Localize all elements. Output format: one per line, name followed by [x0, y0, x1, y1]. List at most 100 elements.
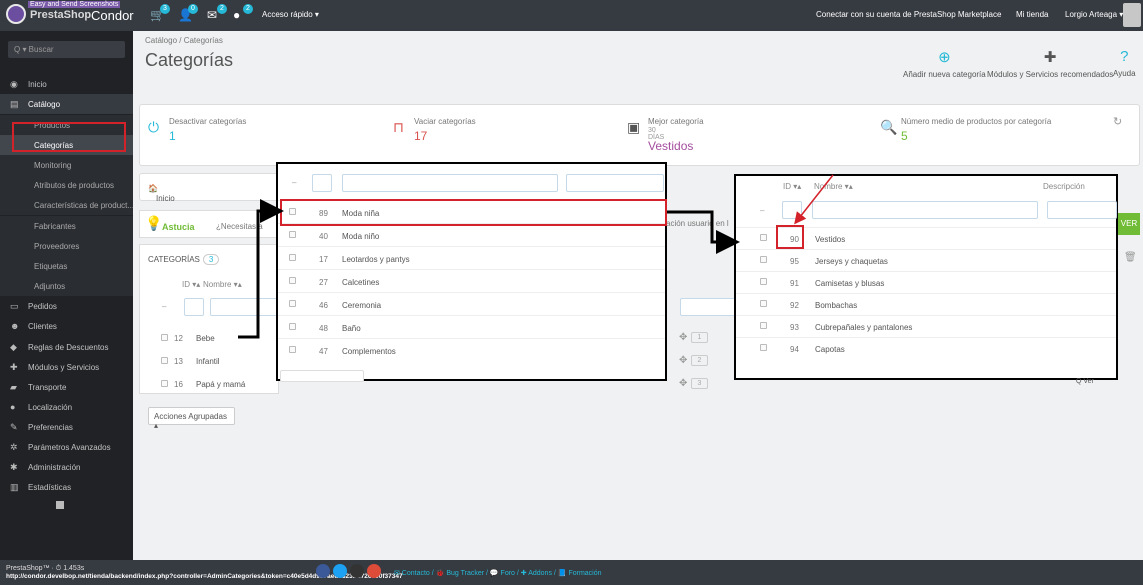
table-row[interactable]: 91 Camisetas y blusas	[736, 271, 1116, 293]
row-name: Calcetines	[342, 278, 380, 287]
row-checkbox[interactable]	[289, 277, 296, 284]
user-menu[interactable]: Lorgio Arteaga ▾	[1065, 10, 1123, 19]
sidebar-search-input[interactable]: Q ▾ Buscar	[8, 41, 125, 58]
sidebar-item-15[interactable]: ▰ Transporte	[0, 377, 133, 397]
table-row[interactable]: 48 Baño	[278, 315, 665, 339]
popup2-filter-name[interactable]	[812, 201, 1038, 219]
row-checkbox[interactable]	[289, 323, 296, 330]
messages-icon[interactable]: ✉	[207, 8, 217, 22]
quick-access-menu[interactable]: Acceso rápido ▾	[262, 10, 319, 19]
sidebar-item-8[interactable]: Proveedores	[0, 236, 133, 256]
help-button[interactable]: ? Ayuda	[1113, 48, 1136, 78]
popup1-bulk[interactable]	[280, 370, 364, 382]
row-checkbox[interactable]	[289, 231, 296, 238]
table-row[interactable]: 46 Ceremonia	[278, 292, 665, 316]
drag-handle-icon[interactable]: ✥	[679, 378, 687, 389]
sidebar-item-1[interactable]: ▤ Catálogo	[0, 94, 133, 114]
sidebar-item-6[interactable]: Características de product...	[0, 195, 133, 215]
sidebar-item-10[interactable]: Adjuntos	[0, 276, 133, 296]
sidebar-item-18[interactable]: ✲ Parámetros Avanzados	[0, 437, 133, 457]
popup2-filter-desc[interactable]	[1047, 201, 1117, 219]
sidebar-item-11[interactable]: ▭ Pedidos	[0, 296, 133, 316]
my-shop-link[interactable]: Mi tienda	[1016, 10, 1048, 19]
sidebar-item-17[interactable]: ✎ Preferencias	[0, 417, 133, 437]
row-checkbox[interactable]	[161, 380, 168, 387]
row-checkbox[interactable]	[760, 256, 767, 263]
customers-icon: ☻	[10, 321, 20, 331]
row-checkbox[interactable]	[289, 254, 296, 261]
stats-icon: ▥	[10, 482, 19, 492]
refresh-icon[interactable]: ↻	[1113, 115, 1122, 128]
github-icon[interactable]	[350, 564, 364, 578]
popup2-filter-id[interactable]	[782, 201, 802, 219]
catalog-icon: ▤	[10, 99, 19, 109]
table-row[interactable]: 94 Capotas	[736, 337, 1116, 359]
green-action-button[interactable]: VER	[1118, 213, 1140, 235]
popup1-filter-id[interactable]	[312, 174, 332, 192]
row-checkbox[interactable]	[760, 300, 767, 307]
row-checkbox[interactable]	[760, 234, 767, 241]
sort-id-header[interactable]: ID ▾▴	[182, 280, 200, 289]
filter-position-input[interactable]	[680, 298, 740, 316]
row-id: 92	[790, 301, 799, 310]
marketplace-connect-link[interactable]: Conectar con su cuenta de PrestaShop Mar…	[816, 10, 1001, 19]
row-name: Ceremonia	[342, 301, 382, 310]
filter-id-input[interactable]	[184, 298, 204, 316]
sidebar-item-0[interactable]: ◉ Inicio	[0, 74, 133, 94]
popup2-sort-name[interactable]: Nombre ▾▴	[814, 182, 853, 191]
bulk-actions-button[interactable]: Acciones Agrupadas ▴	[148, 407, 235, 430]
delete-icon[interactable]: 🗑	[1124, 252, 1137, 263]
home-crumb[interactable]: 🏠 Inicio	[148, 184, 175, 203]
popup1-filter-name[interactable]	[342, 174, 558, 192]
sidebar-item-9[interactable]: Etiquetas	[0, 256, 133, 276]
table-row[interactable]: 47 Complementos	[278, 338, 665, 362]
twitter-icon[interactable]	[333, 564, 347, 578]
sidebar-item-16[interactable]: ● Localización	[0, 397, 133, 417]
sidebar-item-4[interactable]: Monitoring	[0, 155, 133, 175]
sidebar-item-5[interactable]: Atributos de productos	[0, 175, 133, 195]
sidebar-item-14[interactable]: ✚ Módulos y Servicios	[0, 357, 133, 377]
table-row[interactable]: 27 Calcetines	[278, 269, 665, 293]
row-checkbox[interactable]	[760, 344, 767, 351]
footer-links[interactable]: ✉ Contacto / 🐞 Bug Tracker / 💬 Foro / ✚ …	[394, 569, 602, 577]
row-id: 93	[790, 323, 799, 332]
comments-icon[interactable]: ●	[233, 8, 240, 22]
sidebar-item-7[interactable]: Fabricantes	[0, 216, 133, 236]
sidebar-item-13[interactable]: ◆ Reglas de Descuentos	[0, 337, 133, 357]
popup2-search-button[interactable]: Q Ver	[1076, 378, 1094, 385]
shop-name[interactable]: Condor	[91, 8, 134, 23]
breadcrumb[interactable]: Catálogo / Categorías	[145, 36, 223, 45]
popup2-sort-id[interactable]: ID ▾▴	[783, 182, 801, 191]
avatar[interactable]	[1123, 3, 1141, 27]
table-row[interactable]: 40 Moda niño	[278, 223, 665, 247]
collapse-sidebar-icon[interactable]	[56, 501, 64, 509]
row-checkbox[interactable]	[760, 278, 767, 285]
table-row[interactable]: 95 Jerseys y chaquetas	[736, 249, 1116, 271]
row-checkbox[interactable]	[161, 357, 168, 364]
row-checkbox[interactable]	[289, 300, 296, 307]
sort-name-header[interactable]: Nombre ▾▴	[203, 280, 242, 289]
popup1-filter-desc[interactable]	[566, 174, 664, 192]
sidebar-item-20[interactable]: ▥ Estadísticas	[0, 477, 133, 497]
row-checkbox[interactable]	[289, 346, 296, 353]
google-plus-icon[interactable]	[367, 564, 381, 578]
recommended-modules-button[interactable]: ✚ Módulos y Servicios recomendados	[987, 48, 1113, 79]
table-row[interactable]: 92 Bombachas	[736, 293, 1116, 315]
row-checkbox[interactable]	[161, 334, 168, 341]
sidebar-item-12[interactable]: ☻ Clientes	[0, 316, 133, 336]
admin-icon: ✱	[10, 462, 18, 472]
sidebar-item-19[interactable]: ✱ Administración	[0, 457, 133, 477]
row-checkbox[interactable]	[760, 322, 767, 329]
prestashop-logo-icon[interactable]	[6, 4, 26, 24]
table-row[interactable]: 17 Leotardos y pantys	[278, 246, 665, 270]
table-row[interactable]: 93 Cubrepañales y pantalones	[736, 315, 1116, 337]
sidebar-item-label: Transporte	[28, 383, 67, 392]
facebook-icon[interactable]	[316, 564, 330, 578]
add-category-button[interactable]: ⊕ Añadir nueva categoría	[903, 48, 986, 79]
help-icon: ?	[1120, 48, 1129, 65]
sidebar-item-label: Inicio	[28, 80, 47, 89]
drag-handle-icon[interactable]: ✥	[679, 355, 687, 366]
sidebar-item-label: Atributos de productos	[34, 181, 115, 190]
drag-handle-icon[interactable]: ✥	[679, 332, 687, 343]
filter-name-input[interactable]	[210, 298, 278, 316]
